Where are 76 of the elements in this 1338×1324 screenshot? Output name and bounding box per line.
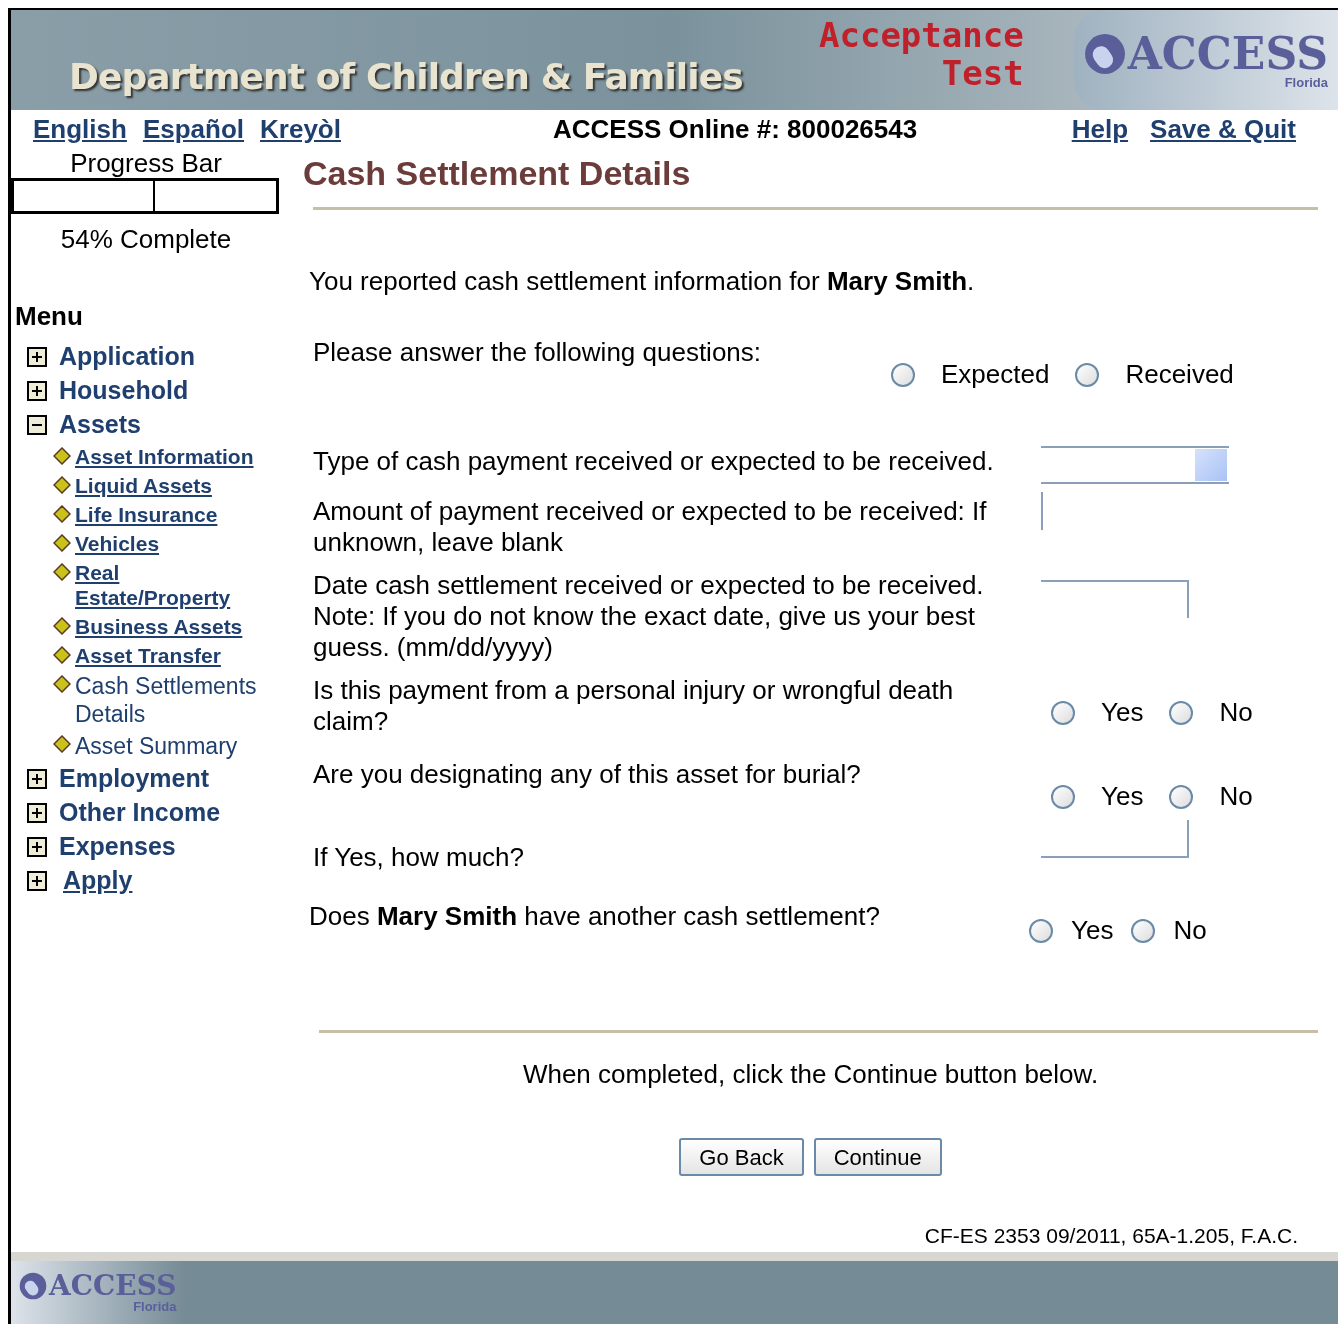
diamond-icon [53, 675, 71, 694]
radio-button[interactable] [1131, 918, 1156, 943]
dropdown-field[interactable] [1041, 446, 1229, 485]
submenu-item[interactable]: Vehicles [75, 531, 265, 557]
collapse-icon[interactable] [27, 415, 47, 436]
diamond-icon [53, 476, 71, 495]
mouse-icon [1083, 32, 1126, 75]
header-link[interactable]: Help [1071, 114, 1129, 145]
question-text: Does Mary Smith have another cash settlement? [309, 900, 881, 934]
question-text: Is this payment from a personal injury or wrongful death claim? [313, 675, 955, 738]
submenu-item[interactable]: Cash Settlements Details [75, 672, 275, 729]
radio-label: No [1173, 914, 1207, 948]
radio-label: Expected [941, 358, 1050, 392]
expand-icon[interactable] [27, 871, 47, 892]
menu-title: Menu [15, 300, 84, 334]
question-text: Type of cash payment received or expected to be received. [313, 446, 995, 478]
radio-label: Yes [1101, 696, 1144, 730]
expand-icon[interactable] [27, 347, 47, 368]
radio-button[interactable] [1051, 784, 1075, 809]
form-button[interactable]: Go Back [679, 1138, 804, 1177]
submenu-item[interactable]: Real Estate/Property [75, 560, 265, 611]
environment-label: Test [941, 54, 1024, 92]
question-text: Amount of payment received or expected to be received: If unknown, leave blank [313, 496, 988, 559]
logo-text: ACCESS [49, 1272, 177, 1301]
banner-title: Department of Children & Families [69, 55, 743, 99]
radio-label: Received [1125, 358, 1234, 392]
radio-label: No [1219, 696, 1253, 730]
diamond-icon [53, 447, 71, 466]
header-link[interactable]: Save & Quit [1150, 114, 1296, 145]
expand-icon[interactable] [27, 381, 47, 402]
radio-button[interactable] [1029, 918, 1053, 943]
language-link[interactable]: English [33, 114, 127, 145]
diamond-icon [53, 563, 71, 582]
progress-label: Progress Bar [69, 148, 223, 179]
logo-subtitle: Florida [1284, 75, 1328, 89]
radio-button[interactable] [1075, 362, 1100, 387]
submenu-item[interactable]: Business Assets [75, 614, 265, 640]
question-text: Please answer the following questions: [313, 337, 763, 369]
radio-button[interactable] [1169, 700, 1194, 725]
radio-label: No [1219, 780, 1253, 814]
radio-button[interactable] [891, 362, 915, 387]
intro-text: You reported cash settlement information for Mary Smith. [309, 265, 976, 299]
form-button[interactable]: Continue [813, 1138, 942, 1177]
diamond-icon [53, 534, 71, 553]
expand-icon[interactable] [27, 803, 47, 824]
environment-label: Acceptance [819, 16, 1024, 54]
date-field[interactable] [1041, 580, 1189, 619]
language-link[interactable]: Kreyòl [260, 114, 341, 145]
logo-subtitle: Florida [133, 1300, 177, 1314]
diamond-icon [53, 646, 71, 665]
account-number: ACCESS Online #: 800026543 [553, 114, 919, 145]
submenu-item[interactable]: Asset Transfer [75, 643, 265, 669]
radio-label: Yes [1071, 914, 1114, 948]
diamond-icon [53, 617, 71, 636]
submenu-item[interactable]: Asset Summary [75, 732, 275, 761]
expand-icon[interactable] [27, 837, 47, 858]
radio-button[interactable] [1169, 784, 1194, 809]
submenu-item[interactable]: Life Insurance [75, 502, 265, 528]
radio-label: Yes [1101, 780, 1144, 814]
question-text: Date cash settlement received or expected to be received. Note: If you do not know the exact date, give us your best guess. (mm/dd/yyyy) [313, 570, 985, 664]
submenu-item[interactable]: Asset Information [75, 444, 265, 470]
submenu-item[interactable]: Liquid Assets [75, 473, 265, 499]
instruction-text: When completed, click the Continue button below. [521, 1058, 1100, 1092]
language-link[interactable]: Español [142, 114, 245, 145]
page-title: Cash Settlement Details [303, 153, 692, 195]
amount-field[interactable] [1041, 820, 1189, 859]
expand-icon[interactable] [27, 769, 47, 790]
diamond-icon [53, 505, 71, 524]
mouse-icon [19, 1272, 47, 1301]
radio-button[interactable] [1051, 700, 1075, 725]
logo-text: ACCESS [1127, 31, 1328, 76]
diamond-icon [53, 735, 71, 754]
progress-reading: 54% Complete [59, 223, 233, 257]
form-number: CF-ES 2353 09/2011, 65A-1.205, F.A.C. [923, 1223, 1298, 1250]
question-text: Are you designating any of this asset for burial? [313, 759, 862, 791]
question-text: If Yes, how much? [313, 842, 526, 874]
